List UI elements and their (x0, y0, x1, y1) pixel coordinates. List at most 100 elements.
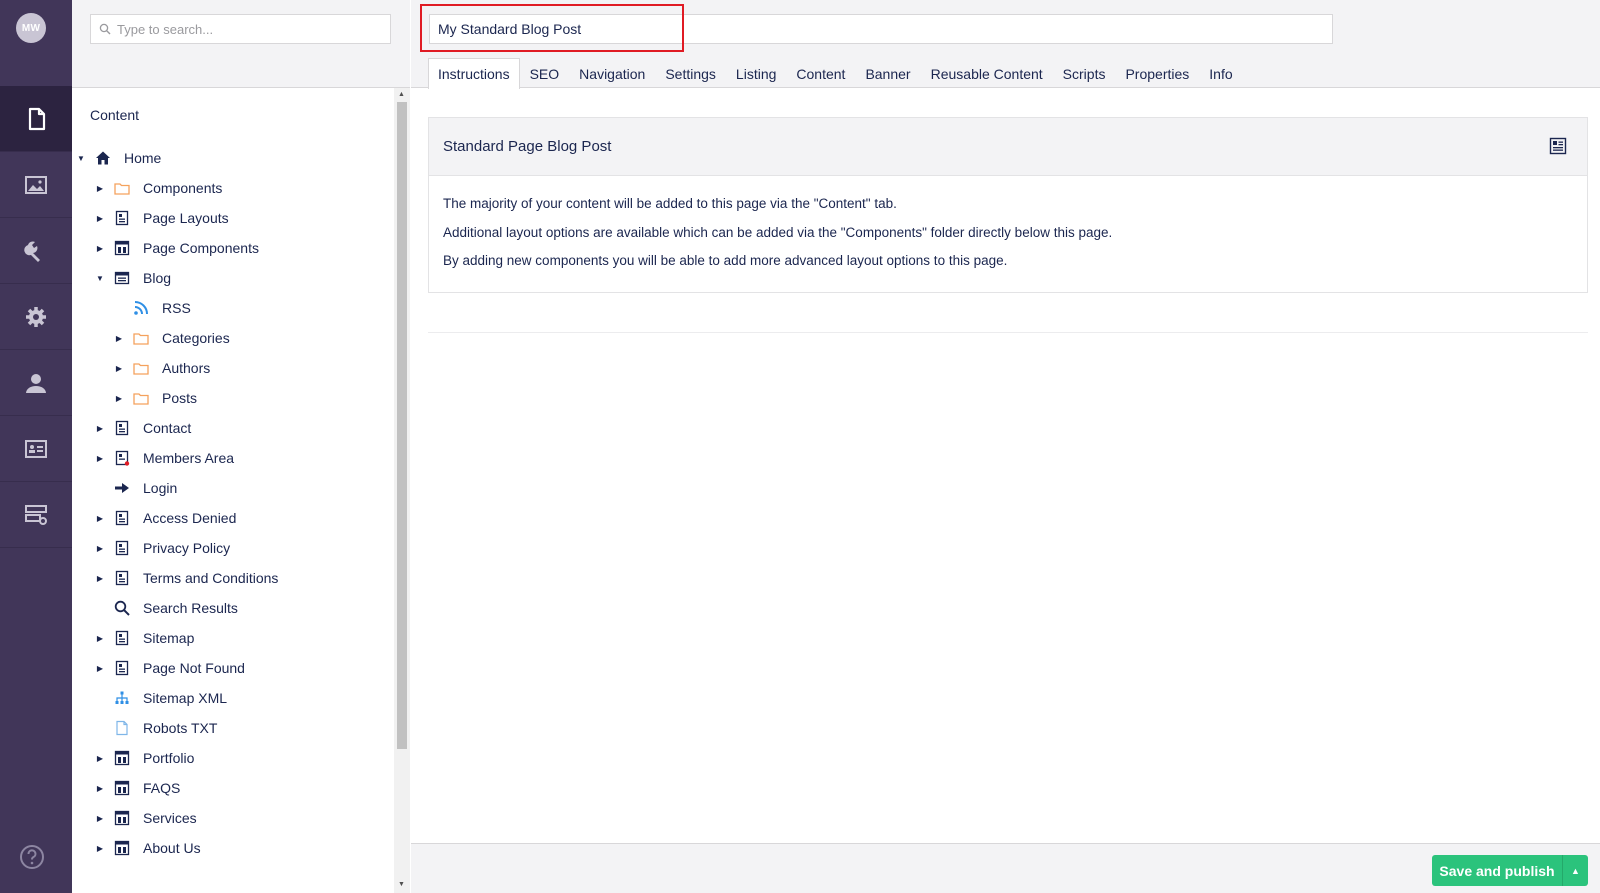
tab-reusable-content[interactable]: Reusable Content (921, 58, 1053, 88)
tree-node-members-area[interactable]: ▶ Members Area (95, 443, 234, 473)
tab-instructions[interactable]: Instructions (428, 58, 520, 89)
tree-node-label: Portfolio (143, 750, 195, 766)
folder-icon (132, 359, 150, 377)
tab-content[interactable]: Content (786, 58, 855, 88)
tab-scripts[interactable]: Scripts (1053, 58, 1116, 88)
page-icon (113, 539, 131, 557)
tree-node-privacy-policy[interactable]: ▶ Privacy Policy (95, 533, 230, 563)
tree-node-terms[interactable]: ▶ Terms and Conditions (95, 563, 278, 593)
content-section-icon[interactable] (0, 86, 72, 152)
caret-down-icon[interactable]: ▼ (76, 153, 86, 163)
caret-right-icon[interactable]: ▶ (95, 183, 105, 193)
page-locked-icon (113, 449, 131, 467)
tree-node-sitemap[interactable]: ▶ Sitemap (95, 623, 194, 653)
tab-banner[interactable]: Banner (855, 58, 920, 88)
caret-right-icon[interactable]: ▶ (95, 813, 105, 823)
tab-info[interactable]: Info (1199, 58, 1242, 88)
tree-node-portfolio[interactable]: ▶ Portfolio (95, 743, 194, 773)
tab-settings[interactable]: Settings (655, 58, 726, 88)
instructions-panel: Standard Page Blog Post The majority of … (428, 117, 1588, 293)
tree-node-components[interactable]: ▶ Components (95, 173, 222, 203)
forms-icon[interactable] (0, 482, 72, 548)
caret-right-icon[interactable]: ▶ (95, 423, 105, 433)
caret-right-icon[interactable]: ▶ (95, 513, 105, 523)
editor-tabs: Instructions SEO Navigation Settings Lis… (428, 58, 1243, 89)
save-and-publish-button[interactable]: Save and publish (1432, 855, 1562, 886)
tree-node-contact[interactable]: ▶ Contact (95, 413, 191, 443)
page-icon (113, 569, 131, 587)
tree-node-label: Terms and Conditions (143, 570, 279, 586)
tree-title: Content (90, 107, 140, 123)
tree-node-page-layouts[interactable]: ▶ Page Layouts (95, 203, 229, 233)
tree-search-input[interactable] (117, 21, 377, 37)
editor-header: Instructions SEO Navigation Settings Lis… (411, 0, 1600, 89)
tab-properties[interactable]: Properties (1115, 58, 1199, 88)
content-tree: ▼ Home ▶ Components ▶ Page Layouts ▶ Pag… (72, 143, 394, 893)
tree-node-label: Components (143, 180, 223, 196)
tree-node-search-results[interactable]: Search Results (113, 593, 238, 623)
panel-body: The majority of your content will be add… (429, 176, 1587, 290)
file-icon (113, 719, 131, 737)
caret-right-icon[interactable]: ▶ (95, 453, 105, 463)
caret-right-icon[interactable]: ▶ (95, 213, 105, 223)
folder-icon (132, 389, 150, 407)
gear-icon[interactable] (0, 284, 72, 350)
highlight-annotation (420, 4, 684, 52)
id-card-icon[interactable] (0, 416, 72, 482)
tree-node-services[interactable]: ▶ Services (95, 803, 197, 833)
tree-node-faqs[interactable]: ▶ FAQS (95, 773, 180, 803)
editor-main: Instructions SEO Navigation Settings Lis… (411, 0, 1600, 893)
caret-right-icon[interactable]: ▶ (114, 333, 124, 343)
user-icon[interactable] (0, 350, 72, 416)
tree-node-robots-txt[interactable]: Robots TXT (113, 713, 217, 743)
folder-icon (132, 329, 150, 347)
avatar[interactable]: MW (16, 13, 46, 43)
caret-right-icon[interactable]: ▶ (95, 783, 105, 793)
tree-node-about-us[interactable]: ▶ About Us (95, 833, 201, 863)
tree-node-label: Services (143, 810, 197, 826)
tree-node-label: Blog (143, 270, 172, 286)
app-sidebar: MW (0, 0, 72, 893)
tree-node-rss[interactable]: RSS (132, 293, 191, 323)
caret-right-icon[interactable]: ▶ (95, 543, 105, 553)
search-icon (113, 599, 131, 617)
tree-node-categories[interactable]: ▶ Categories (114, 323, 230, 353)
chevron-up-icon[interactable]: ▲ (1562, 855, 1588, 886)
tree-search-box[interactable] (90, 14, 391, 44)
tree-scrollbar[interactable]: ▲ ▼ (394, 88, 410, 893)
tab-seo[interactable]: SEO (520, 58, 570, 88)
tree-search-area (72, 0, 410, 88)
caret-right-icon[interactable]: ▶ (95, 573, 105, 583)
tree-node-home[interactable]: ▼ Home (76, 143, 161, 173)
tree-node-page-not-found[interactable]: ▶ Page Not Found (95, 653, 245, 683)
scrollbar-thumb[interactable] (397, 102, 407, 749)
scroll-down-icon[interactable]: ▼ (398, 881, 405, 888)
caret-right-icon[interactable]: ▶ (95, 753, 105, 763)
caret-right-icon[interactable]: ▶ (114, 363, 124, 373)
tree-node-blog[interactable]: ▼ Blog (95, 263, 171, 293)
tree-node-page-components[interactable]: ▶ Page Components (95, 233, 259, 263)
caret-right-icon[interactable]: ▶ (95, 633, 105, 643)
tree-node-label: RSS (162, 300, 191, 316)
tree-node-label: Authors (162, 360, 211, 376)
tree-node-label: About Us (143, 840, 201, 856)
caret-down-icon[interactable]: ▼ (95, 273, 105, 283)
tree-node-login[interactable]: Login (113, 473, 177, 503)
scroll-up-icon[interactable]: ▲ (398, 91, 405, 98)
tab-navigation[interactable]: Navigation (569, 58, 655, 88)
tree-node-posts[interactable]: ▶ Posts (114, 383, 197, 413)
caret-right-icon[interactable]: ▶ (95, 843, 105, 853)
tree-node-label: Contact (143, 420, 192, 436)
help-icon[interactable] (19, 844, 45, 870)
tree-node-access-denied[interactable]: ▶ Access Denied (95, 503, 236, 533)
caret-right-icon[interactable]: ▶ (95, 663, 105, 673)
layout-icon (113, 839, 131, 857)
settings-wrench-icon[interactable] (0, 218, 72, 284)
home-icon (94, 149, 112, 167)
caret-right-icon[interactable]: ▶ (95, 243, 105, 253)
tab-listing[interactable]: Listing (726, 58, 786, 88)
caret-right-icon[interactable]: ▶ (114, 393, 124, 403)
tree-node-sitemap-xml[interactable]: Sitemap XML (113, 683, 227, 713)
media-section-icon[interactable] (0, 152, 72, 218)
tree-node-authors[interactable]: ▶ Authors (114, 353, 210, 383)
